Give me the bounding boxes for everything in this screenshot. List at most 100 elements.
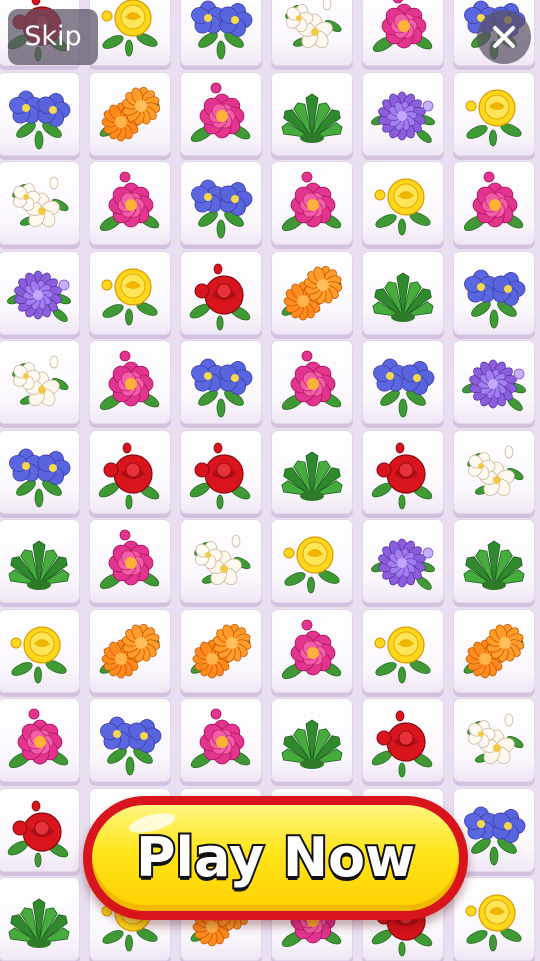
white-jasmine-icon <box>12 355 69 407</box>
tile-green-succulent[interactable] <box>362 250 444 335</box>
blue-violet-icon <box>464 269 526 328</box>
tile-pink-peony[interactable] <box>271 608 353 693</box>
white-jasmine-icon <box>467 445 524 496</box>
play-now-button-face: Play Now <box>92 805 459 911</box>
yellow-rose-icon <box>465 88 522 146</box>
close-icon <box>493 26 515 48</box>
green-succulent-icon <box>281 719 343 769</box>
pink-peony-icon <box>463 171 524 231</box>
tile-red-rose[interactable] <box>362 698 444 782</box>
pink-peony-icon <box>99 171 160 231</box>
tile-blue-violet[interactable] <box>453 250 535 335</box>
red-rose-icon <box>98 442 160 509</box>
tile-yellow-rose[interactable] <box>362 161 444 245</box>
tile-purple-dahlia[interactable] <box>453 340 535 424</box>
tile-blue-violet[interactable] <box>0 71 80 156</box>
tile-yellow-rose[interactable] <box>453 71 535 156</box>
tile-blue-violet[interactable] <box>362 340 444 424</box>
tile-blue-violet[interactable] <box>180 0 262 66</box>
tile-blue-violet[interactable] <box>180 340 262 424</box>
tile-green-succulent[interactable] <box>271 698 353 782</box>
tile-green-succulent[interactable] <box>453 519 535 603</box>
red-rose-icon <box>371 710 433 778</box>
tile-green-succulent[interactable] <box>271 429 353 514</box>
blue-violet-icon <box>9 448 71 507</box>
red-rose-icon <box>189 442 251 509</box>
tile-red-rose[interactable] <box>180 429 262 514</box>
tile-green-succulent[interactable] <box>0 877 80 961</box>
purple-dahlia-icon <box>371 91 435 143</box>
pink-peony-icon <box>99 529 160 589</box>
tile-pink-peony[interactable] <box>453 161 535 245</box>
tile-orange-marigold[interactable] <box>180 608 262 693</box>
tile-white-jasmine[interactable] <box>453 698 535 782</box>
pink-peony-icon <box>281 350 342 410</box>
blue-violet-icon <box>191 179 253 239</box>
blue-violet-icon <box>100 716 162 776</box>
tile-purple-dahlia[interactable] <box>362 71 444 156</box>
tile-pink-peony[interactable] <box>89 161 171 245</box>
purple-dahlia-icon <box>7 270 71 322</box>
tile-white-jasmine[interactable] <box>271 0 353 66</box>
white-jasmine-icon <box>285 0 342 49</box>
yellow-rose-icon <box>283 536 340 594</box>
tile-pink-peony[interactable] <box>362 0 444 66</box>
green-succulent-icon <box>372 272 434 322</box>
tile-white-jasmine[interactable] <box>180 519 262 603</box>
pink-peony-icon <box>99 350 160 410</box>
tile-green-succulent[interactable] <box>0 519 80 603</box>
tile-orange-marigold[interactable] <box>271 250 353 335</box>
tile-yellow-rose[interactable] <box>89 0 171 66</box>
tile-pink-peony[interactable] <box>0 698 80 782</box>
tile-pink-peony[interactable] <box>271 340 353 424</box>
tile-orange-marigold[interactable] <box>453 608 535 693</box>
tile-white-jasmine[interactable] <box>0 340 80 424</box>
tile-orange-marigold[interactable] <box>89 608 171 693</box>
tile-pink-peony[interactable] <box>180 698 262 782</box>
red-rose-icon <box>189 263 251 330</box>
tile-pink-peony[interactable] <box>89 340 171 424</box>
blue-violet-icon <box>9 90 71 149</box>
tile-white-jasmine[interactable] <box>453 429 535 514</box>
purple-dahlia-icon <box>371 538 435 590</box>
tile-pink-peony[interactable] <box>89 519 171 603</box>
white-jasmine-icon <box>194 534 251 586</box>
tile-yellow-rose[interactable] <box>0 608 80 693</box>
tile-yellow-rose[interactable] <box>89 250 171 335</box>
tile-red-rose[interactable] <box>362 429 444 514</box>
tile-blue-violet[interactable] <box>89 698 171 782</box>
play-now-button[interactable]: Play Now <box>83 796 468 920</box>
green-succulent-icon <box>463 540 525 590</box>
blue-violet-icon <box>191 358 253 418</box>
play-now-label: Play Now <box>134 824 417 891</box>
yellow-rose-icon <box>374 178 431 236</box>
yellow-rose-icon <box>101 0 158 57</box>
skip-button[interactable]: Skip <box>8 9 98 65</box>
tile-red-rose[interactable] <box>89 429 171 514</box>
purple-dahlia-icon <box>462 359 526 411</box>
tile-purple-dahlia[interactable] <box>0 250 80 335</box>
orange-marigold-icon <box>463 623 525 678</box>
tile-yellow-rose[interactable] <box>271 519 353 603</box>
tile-blue-violet[interactable] <box>0 429 80 514</box>
tile-yellow-rose[interactable] <box>362 608 444 693</box>
tile-pink-peony[interactable] <box>180 71 262 156</box>
tile-red-rose[interactable] <box>0 787 80 872</box>
pink-peony-icon <box>372 0 433 52</box>
tile-yellow-rose[interactable] <box>453 877 535 961</box>
tile-red-rose[interactable] <box>180 250 262 335</box>
close-button[interactable] <box>477 10 531 64</box>
green-succulent-icon <box>281 451 343 501</box>
red-rose-icon <box>371 442 433 509</box>
white-jasmine-icon <box>12 176 69 228</box>
orange-marigold-icon <box>281 265 343 320</box>
green-succulent-icon <box>281 93 343 143</box>
tile-pink-peony[interactable] <box>271 161 353 245</box>
pink-peony-icon <box>281 619 342 679</box>
yellow-rose-icon <box>374 625 431 683</box>
tile-purple-dahlia[interactable] <box>362 519 444 603</box>
tile-blue-violet[interactable] <box>180 161 262 245</box>
tile-white-jasmine[interactable] <box>0 161 80 245</box>
tile-green-succulent[interactable] <box>271 71 353 156</box>
tile-orange-marigold[interactable] <box>89 71 171 156</box>
